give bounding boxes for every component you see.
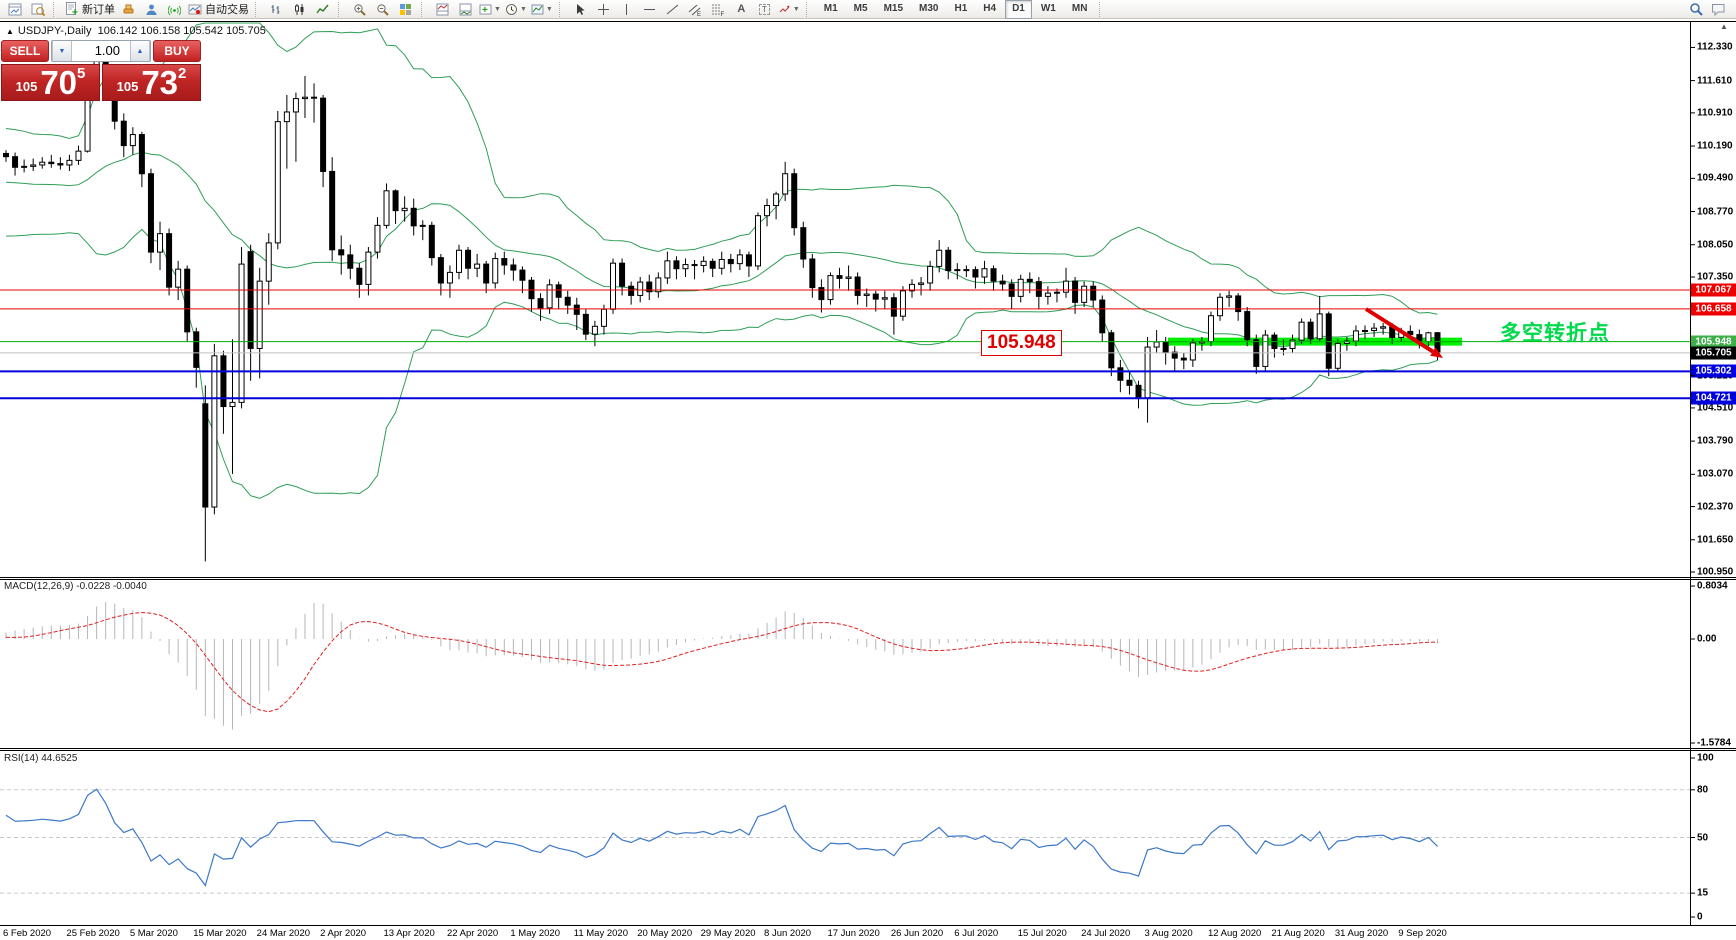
mt4-terminal: { "toolbar": { "new_order_label": "新订单",… bbox=[0, 0, 1736, 940]
macd-pane bbox=[6, 602, 1438, 730]
volume-down-button[interactable]: ▼ bbox=[52, 41, 72, 61]
price-level-tag: 105.948 bbox=[981, 330, 1062, 356]
chart-title: ▲ USDJPY-,Daily 106.142 106.158 105.542 1… bbox=[6, 25, 266, 37]
chart-annotation-text: 多空转折点 bbox=[1500, 317, 1610, 347]
signals-icon[interactable] bbox=[163, 1, 186, 18]
candlestick-series bbox=[4, 52, 1440, 561]
arrows-icon[interactable]: ▼ bbox=[776, 1, 802, 18]
volume-field[interactable]: 1.00 bbox=[72, 41, 130, 61]
trendline-icon[interactable] bbox=[661, 1, 684, 18]
zoom-in-icon[interactable] bbox=[348, 1, 371, 18]
periods-icon[interactable]: ▼ bbox=[503, 1, 529, 18]
toolbar-separator bbox=[421, 2, 428, 17]
rsi-pane bbox=[0, 789, 1690, 893]
new-order-button[interactable]: +新订单 bbox=[63, 1, 117, 18]
chart-title-symbol: USDJPY-,Daily bbox=[18, 25, 92, 37]
hline-icon[interactable] bbox=[638, 1, 661, 18]
autotrading-button[interactable]: 自动交易 bbox=[186, 1, 251, 18]
rsi-indicator-label: RSI(14) 44.6525 bbox=[4, 753, 77, 764]
macd-signal-line bbox=[6, 613, 1438, 712]
timeframe-m30[interactable]: M30 bbox=[912, 0, 945, 19]
timeframe-mn[interactable]: MN bbox=[1065, 0, 1095, 19]
toolbar-separator bbox=[559, 2, 566, 17]
indicator-window2-icon[interactable] bbox=[454, 1, 477, 18]
timeframe-w1[interactable]: W1 bbox=[1034, 0, 1063, 19]
chart-canvas[interactable] bbox=[0, 0, 1736, 940]
buy-quote-button[interactable]: 105 73 2 bbox=[102, 64, 201, 101]
buy-price-point: 2 bbox=[178, 65, 186, 82]
fibonacci-icon[interactable]: F bbox=[707, 1, 730, 18]
cursor-icon[interactable] bbox=[569, 1, 592, 18]
timeframe-h4[interactable]: H4 bbox=[976, 0, 1003, 19]
chart-style-icon[interactable] bbox=[117, 1, 140, 18]
bollinger-middle bbox=[6, 152, 1438, 346]
timeframe-m5[interactable]: M5 bbox=[847, 0, 875, 19]
chart-title-ohlc: 106.142 106.158 105.542 105.705 bbox=[98, 25, 266, 37]
bar-chart-icon[interactable] bbox=[265, 1, 288, 18]
sell-quote-button[interactable]: 105 70 5 bbox=[1, 64, 100, 101]
one-click-trading-panel: SELL ▼ 1.00 ▲ BUY 105 70 5 105 73 2 bbox=[1, 40, 201, 101]
toolbar-separator bbox=[806, 2, 813, 17]
vline-icon[interactable] bbox=[615, 1, 638, 18]
add-indicator-icon[interactable]: +▼ bbox=[477, 1, 503, 18]
sell-button[interactable]: SELL bbox=[1, 40, 49, 62]
sell-price-pips: 70 bbox=[40, 67, 77, 98]
buy-button[interactable]: BUY bbox=[153, 40, 201, 62]
macd-indicator-label: MACD(12,26,9) -0.0228 -0.0040 bbox=[4, 581, 147, 592]
buy-price-pips: 73 bbox=[141, 67, 178, 98]
zoom-out-icon[interactable] bbox=[371, 1, 394, 18]
community-icon[interactable] bbox=[140, 1, 163, 18]
svg-text:E: E bbox=[697, 12, 701, 16]
toolbar-separator bbox=[255, 2, 262, 17]
symbol-collapse-icon[interactable]: ▲ bbox=[6, 27, 14, 36]
tile-windows-icon[interactable] bbox=[394, 1, 417, 18]
search-icon[interactable] bbox=[1684, 1, 1707, 18]
chat-icon[interactable] bbox=[1707, 1, 1730, 18]
timeframe-group: M1M5M15M30H1H4D1W1MN bbox=[816, 0, 1096, 19]
timeframe-m1[interactable]: M1 bbox=[817, 0, 845, 19]
sell-price-handle: 105 bbox=[16, 79, 38, 94]
channel-icon[interactable]: E bbox=[684, 1, 707, 18]
label-icon[interactable]: T bbox=[753, 1, 776, 18]
sell-price-point: 5 bbox=[77, 65, 85, 82]
timeframe-h1[interactable]: H1 bbox=[947, 0, 974, 19]
line-chart-icon[interactable] bbox=[311, 1, 334, 18]
templates-icon[interactable]: ▼ bbox=[529, 1, 555, 18]
text-icon[interactable]: A bbox=[730, 1, 753, 18]
indicator-window-icon[interactable] bbox=[431, 1, 454, 18]
volume-up-button[interactable]: ▲ bbox=[130, 41, 150, 61]
svg-text:+: + bbox=[482, 5, 488, 16]
main-price-pane bbox=[0, 23, 1690, 561]
toolbar-separator bbox=[53, 2, 60, 17]
candlestick-icon[interactable] bbox=[288, 1, 311, 18]
timeframe-d1[interactable]: D1 bbox=[1005, 0, 1032, 19]
svg-text:F: F bbox=[721, 12, 725, 16]
volume-stepper: ▼ 1.00 ▲ bbox=[51, 40, 151, 62]
svg-text:+: + bbox=[72, 8, 78, 17]
buy-price-handle: 105 bbox=[117, 79, 139, 94]
chart-shift-icon[interactable]: ▲ bbox=[1720, 22, 1728, 31]
crosshair-icon[interactable] bbox=[592, 1, 615, 18]
timeframe-m15[interactable]: M15 bbox=[877, 0, 910, 19]
charts-list-icon[interactable] bbox=[3, 1, 26, 18]
toolbar-separator bbox=[338, 2, 345, 17]
chart-profile-icon[interactable] bbox=[26, 1, 49, 18]
main-toolbar: +新订单自动交易+▼▼▼EFAT▼M1M5M15M30H1H4D1W1MN bbox=[0, 0, 1736, 19]
